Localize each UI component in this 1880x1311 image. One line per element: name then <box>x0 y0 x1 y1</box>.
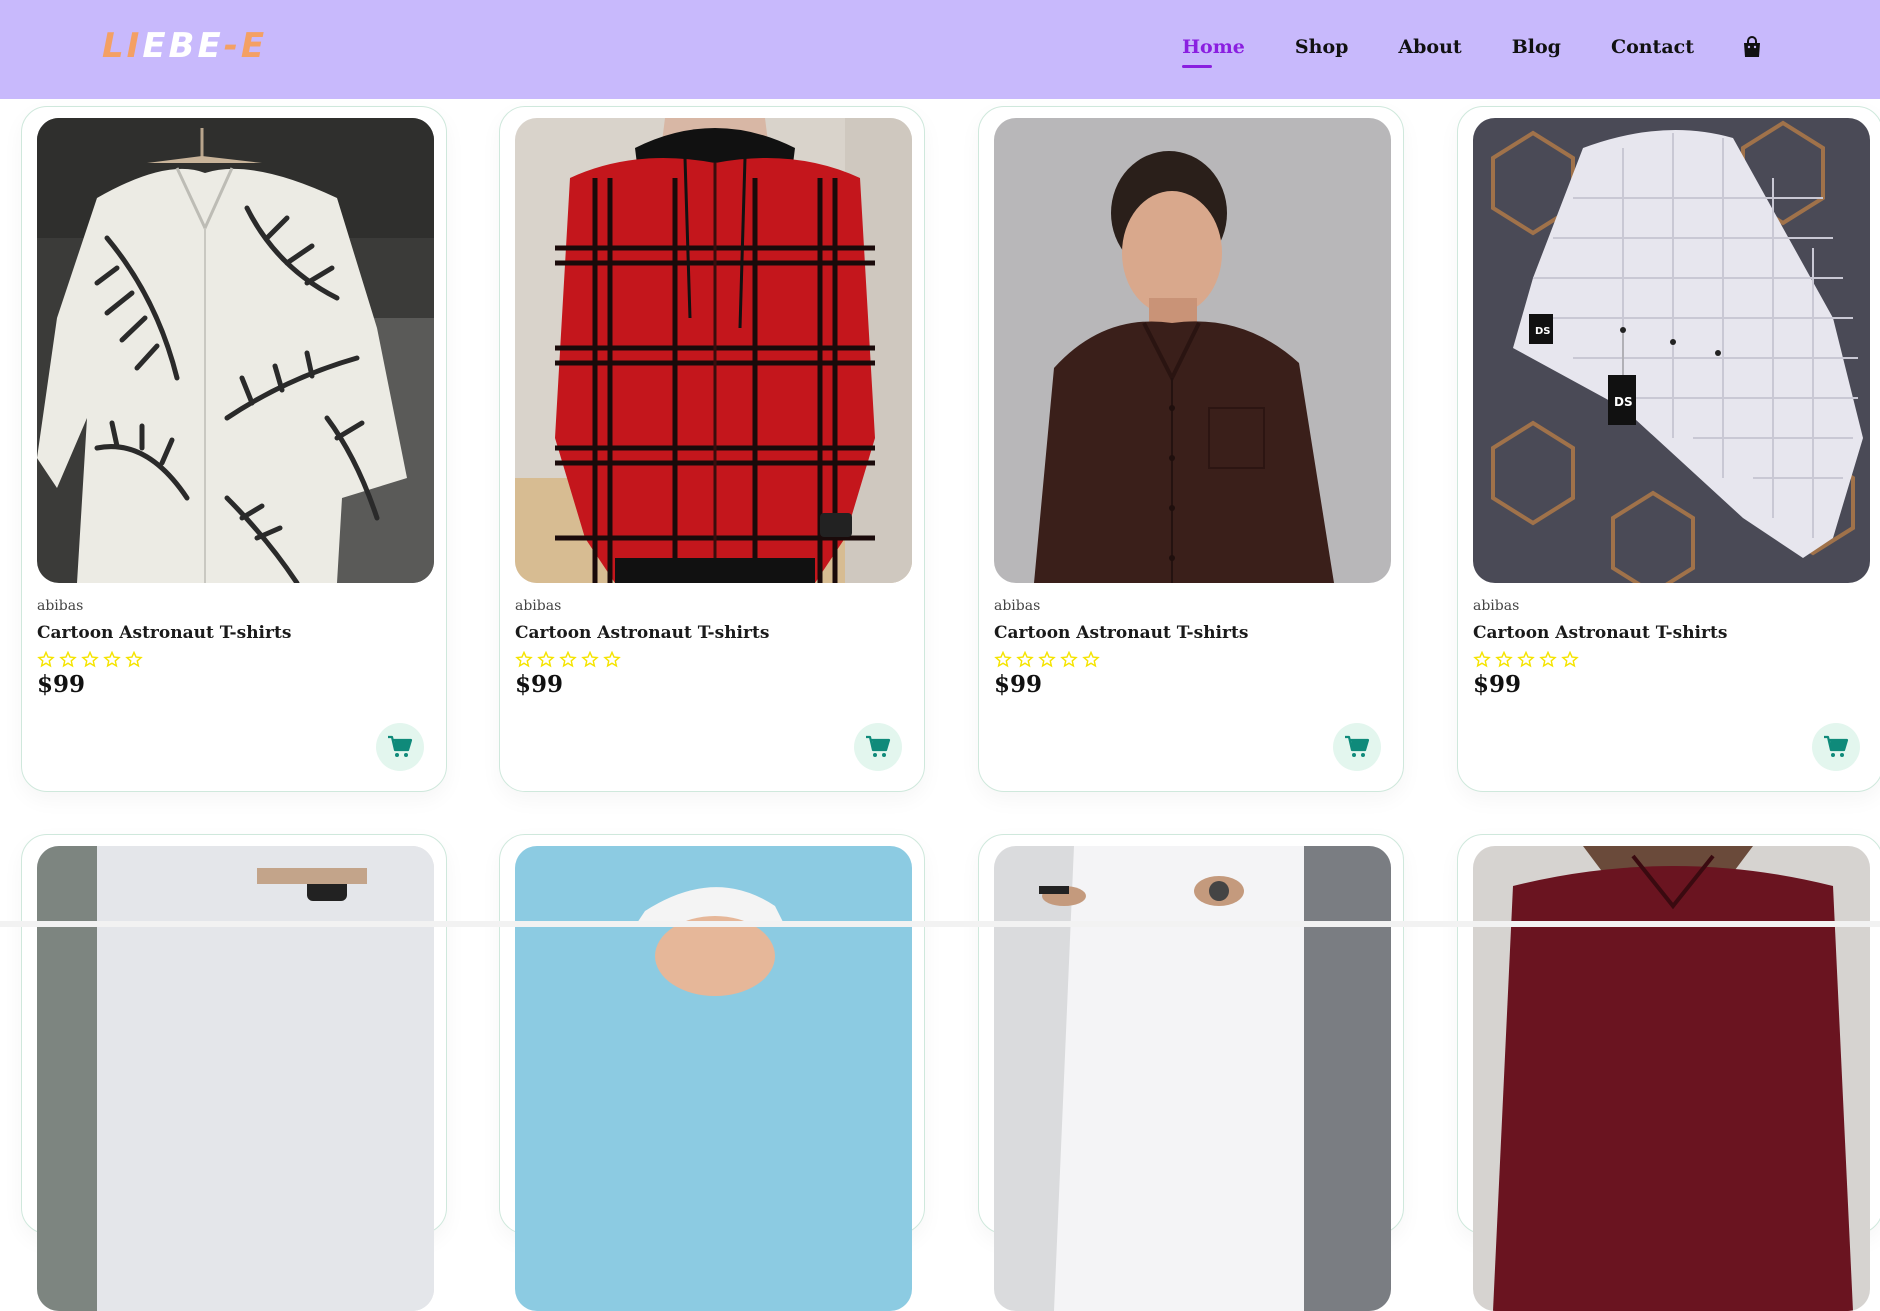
star-icon <box>1016 651 1034 668</box>
star-icon <box>1495 651 1513 668</box>
add-to-cart-button[interactable] <box>376 723 424 771</box>
product-title[interactable]: Cartoon Astronaut T-shirts <box>515 623 769 643</box>
product-grid: abibas Cartoon Astronaut T-shirts $99 ab… <box>0 0 1880 1311</box>
star-icon <box>1539 651 1557 668</box>
product-image-plaid-shirt[interactable] <box>515 118 912 583</box>
star-icon <box>559 651 577 668</box>
add-to-cart-button[interactable] <box>854 723 902 771</box>
svg-text:DS: DS <box>1614 395 1633 409</box>
brand-logo[interactable]: LIEBE-E <box>102 26 267 66</box>
product-image-white-tee[interactable] <box>994 846 1391 1311</box>
shopping-bag-icon[interactable] <box>1742 36 1762 58</box>
star-icon <box>1517 651 1535 668</box>
product-image-maroon-shirt[interactable] <box>1473 846 1870 1311</box>
star-icon <box>1082 651 1100 668</box>
star-icon <box>1561 651 1579 668</box>
nav-contact[interactable]: Contact <box>1611 36 1694 58</box>
star-icon <box>103 651 121 668</box>
nav-blog[interactable]: Blog <box>1512 36 1561 58</box>
cart-icon <box>388 735 413 757</box>
add-to-cart-button[interactable] <box>1812 723 1860 771</box>
star-icon <box>1038 651 1056 668</box>
cart-icon <box>1824 735 1849 757</box>
cart-icon <box>866 735 891 757</box>
product-title[interactable]: Cartoon Astronaut T-shirts <box>994 623 1248 643</box>
star-icon <box>59 651 77 668</box>
logo-text-part3: -E <box>223 26 268 66</box>
svg-text:DS: DS <box>1535 326 1551 337</box>
nav-home[interactable]: Home <box>1182 36 1245 68</box>
star-icon <box>1473 651 1491 668</box>
product-card[interactable] <box>978 834 1404 1311</box>
product-image-grey-shirt[interactable] <box>37 846 434 1311</box>
nav-shop[interactable]: Shop <box>1295 36 1349 58</box>
main-nav: Home Shop About Blog Contact <box>1182 36 1762 68</box>
product-price: $99 <box>37 671 86 698</box>
logo-text-part1: LI <box>102 26 143 66</box>
product-price: $99 <box>515 671 564 698</box>
product-card[interactable] <box>1457 834 1880 1311</box>
product-card[interactable]: DS DS abibas Cartoon Astronaut T-shirts … <box>1457 106 1880 792</box>
product-title[interactable]: Cartoon Astronaut T-shirts <box>1473 623 1727 643</box>
star-rating <box>37 651 147 668</box>
nav-about[interactable]: About <box>1398 36 1461 58</box>
product-card[interactable] <box>21 834 447 1311</box>
product-brand: abibas <box>1473 598 1520 614</box>
star-icon <box>515 651 533 668</box>
star-icon <box>537 651 555 668</box>
product-image-cap-model[interactable] <box>515 846 912 1311</box>
product-brand: abibas <box>515 598 562 614</box>
logo-text-part2: EBE <box>142 26 224 66</box>
star-icon <box>581 651 599 668</box>
product-brand: abibas <box>994 598 1041 614</box>
product-title[interactable]: Cartoon Astronaut T-shirts <box>37 623 291 643</box>
star-rating <box>515 651 625 668</box>
product-image-brown-shirt[interactable] <box>994 118 1391 583</box>
product-image-white-shirt[interactable]: DS DS <box>1473 118 1870 583</box>
product-price: $99 <box>1473 671 1522 698</box>
cart-icon <box>1345 735 1370 757</box>
product-brand: abibas <box>37 598 84 614</box>
star-rating <box>994 651 1104 668</box>
add-to-cart-button[interactable] <box>1333 723 1381 771</box>
star-icon <box>125 651 143 668</box>
viewport-bottom-edge <box>0 921 1880 927</box>
product-price: $99 <box>994 671 1043 698</box>
product-card[interactable]: abibas Cartoon Astronaut T-shirts $99 <box>499 106 925 792</box>
star-icon <box>994 651 1012 668</box>
star-icon <box>81 651 99 668</box>
product-card[interactable] <box>499 834 925 1311</box>
star-icon <box>37 651 55 668</box>
product-card[interactable]: abibas Cartoon Astronaut T-shirts $99 <box>978 106 1404 792</box>
site-header: LIEBE-E Home Shop About Blog Contact <box>0 0 1880 99</box>
star-rating <box>1473 651 1583 668</box>
star-icon <box>603 651 621 668</box>
product-image-palm-shirt[interactable] <box>37 118 434 583</box>
product-card[interactable]: abibas Cartoon Astronaut T-shirts $99 <box>21 106 447 792</box>
star-icon <box>1060 651 1078 668</box>
